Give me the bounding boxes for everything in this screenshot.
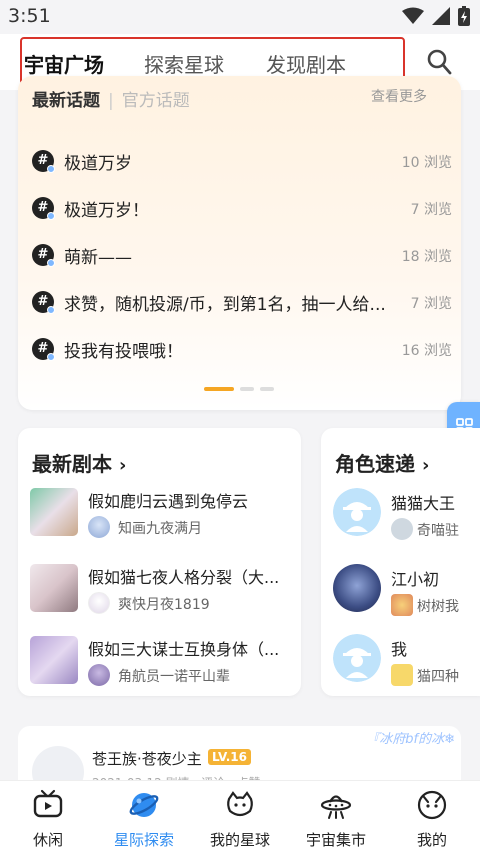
script-author: 爽快月夜1819 (118, 597, 210, 613)
owner-avatar (391, 518, 413, 540)
topic-title: 求赞，随机投源/币，到第1名，抽一人给... (64, 295, 386, 315)
topic-views: 18 浏览 (401, 249, 452, 265)
nav-label: 我的 (416, 831, 447, 849)
hashtag-icon: # (32, 338, 55, 361)
nav-label: 我的星球 (209, 831, 270, 849)
topic-item[interactable]: # 求赞，随机投源/币，到第1名，抽一人给... 7 浏览 (32, 289, 452, 319)
hashtag-icon: # (32, 197, 55, 220)
status-time: 3:51 (8, 5, 51, 27)
script-item[interactable]: 假如三大谋士互换身体（... 角航员一诺平山辈 (30, 636, 295, 696)
bottom-nav: 休闲 星际探索 我的星球 宇宙集市 我的 (0, 780, 480, 853)
nav-label: 休闲 (32, 831, 63, 849)
latest-scripts-header[interactable]: 最新剧本 › (32, 448, 126, 477)
topic-views: 7 浏览 (410, 202, 452, 218)
character-item[interactable]: 猫猫大王 奇喵驻 (333, 488, 480, 552)
pager-dot (260, 387, 274, 391)
topic-tabs: 最新话题 | 官方话题 (32, 86, 190, 111)
script-cover-image (30, 488, 78, 536)
post-author-name: 苍王族·苍夜少主 (92, 750, 202, 768)
character-name: 猫猫大王 (391, 494, 456, 513)
owner-avatar (391, 664, 413, 686)
wifi-icon (402, 7, 424, 24)
topic-title: 极道万岁 (64, 154, 132, 174)
profile-icon (417, 790, 447, 820)
tv-icon (33, 789, 63, 818)
script-item[interactable]: 假如鹿归云遇到兔停云 知画九夜满月 (30, 488, 295, 548)
tab-discover-scripts[interactable]: 发现剧本 (266, 49, 346, 78)
nav-profile[interactable]: 我的 (384, 781, 480, 853)
default-avatar-icon (333, 634, 381, 682)
script-title: 假如猫七夜人格分裂（大... (88, 568, 280, 587)
tab-explore-planets[interactable]: 探索星球 (144, 49, 224, 78)
level-badge: LV.16 (208, 749, 251, 765)
character-owner: 奇喵驻 (417, 523, 459, 539)
topics-card: 最新话题 | 官方话题 查看更多 # 极道万岁 10 浏览 # 极道万岁！ 7 浏览… (18, 76, 461, 410)
script-item[interactable]: 假如猫七夜人格分裂（大... 爽快月夜1819 (30, 564, 295, 624)
post-card[interactable]: 苍王族·苍夜少主 LV.16 『冰府bf的冰❄ 2021-03-12 剧情 · … (18, 726, 461, 786)
script-author: 角航员一诺平山辈 (118, 669, 230, 685)
topic-title: 萌新—— (64, 248, 132, 268)
character-name: 江小初 (391, 570, 440, 589)
status-bar: 3:51 (0, 0, 480, 34)
hashtag-icon: # (32, 150, 55, 173)
character-name: 我 (391, 640, 408, 659)
character-express-header[interactable]: 角色速递 › (335, 448, 429, 477)
planet-icon (129, 793, 159, 817)
carousel-pager (204, 387, 274, 391)
script-cover-image (30, 564, 78, 612)
nav-universe-market[interactable]: 宇宙集市 (288, 781, 384, 853)
hashtag-icon: # (32, 291, 55, 314)
nav-leisure[interactable]: 休闲 (0, 781, 96, 853)
pager-dot-active (204, 387, 234, 391)
pager-dot (240, 387, 254, 391)
character-item[interactable]: 我 猫四种 (333, 634, 480, 696)
chevron-right-icon: › (421, 455, 430, 476)
cat-planet-icon (227, 791, 253, 817)
latest-scripts-title: 最新剧本 (32, 452, 112, 476)
topic-tab-divider: | (108, 91, 114, 111)
post-tag: 『冰府bf的冰❄ (366, 732, 455, 747)
script-author: 知画九夜满月 (118, 521, 202, 537)
character-owner: 猫四种 (417, 669, 459, 685)
character-owner: 树树我 (417, 599, 459, 615)
author-avatar (88, 592, 110, 614)
search-icon[interactable] (426, 48, 452, 76)
author-avatar (88, 664, 110, 686)
topic-views: 10 浏览 (401, 155, 452, 171)
signal-icon (432, 7, 450, 25)
author-avatar (88, 516, 110, 538)
character-avatar (333, 564, 381, 612)
character-express-title: 角色速递 (335, 452, 415, 476)
topic-title: 投我有投喂哦！ (64, 342, 183, 362)
hashtag-icon: # (32, 244, 55, 267)
tab-latest-topics[interactable]: 最新话题 (32, 91, 100, 111)
latest-scripts-card: 最新剧本 › 假如鹿归云遇到兔停云 知画九夜满月 假如猫七夜人格分裂（大... … (18, 428, 301, 696)
topic-views: 16 浏览 (401, 343, 452, 359)
topics-more-link[interactable]: 查看更多 (371, 86, 427, 106)
chevron-right-icon: › (118, 455, 127, 476)
status-icons (402, 6, 470, 26)
character-item[interactable]: 江小初 树树我 (333, 564, 480, 628)
ufo-icon (320, 795, 352, 819)
script-title: 假如鹿归云遇到兔停云 (88, 492, 249, 511)
topic-item[interactable]: # 极道万岁 10 浏览 (32, 148, 452, 178)
nav-label: 宇宙集市 (305, 831, 366, 849)
topic-views: 7 浏览 (410, 296, 452, 312)
nav-my-planet[interactable]: 我的星球 (192, 781, 288, 853)
nav-label: 星际探索 (113, 831, 174, 849)
topic-item[interactable]: # 萌新—— 18 浏览 (32, 242, 452, 272)
script-cover-image (30, 636, 78, 684)
tab-official-topics[interactable]: 官方话题 (122, 91, 190, 111)
topic-item[interactable]: # 极道万岁！ 7 浏览 (32, 195, 452, 225)
default-avatar-icon (333, 488, 381, 536)
owner-avatar (391, 594, 413, 616)
nav-star-explore[interactable]: 星际探索 (96, 781, 192, 853)
topic-title: 极道万岁！ (64, 201, 149, 221)
battery-icon (458, 6, 470, 26)
tab-universe-square[interactable]: 宇宙广场 (24, 49, 104, 78)
character-express-card: 角色速递 › 猫猫大王 奇喵驻 江小初 树树我 我 猫四种 (321, 428, 480, 696)
script-title: 假如三大谋士互换身体（... (88, 640, 280, 659)
topic-item[interactable]: # 投我有投喂哦！ 16 浏览 (32, 336, 452, 366)
